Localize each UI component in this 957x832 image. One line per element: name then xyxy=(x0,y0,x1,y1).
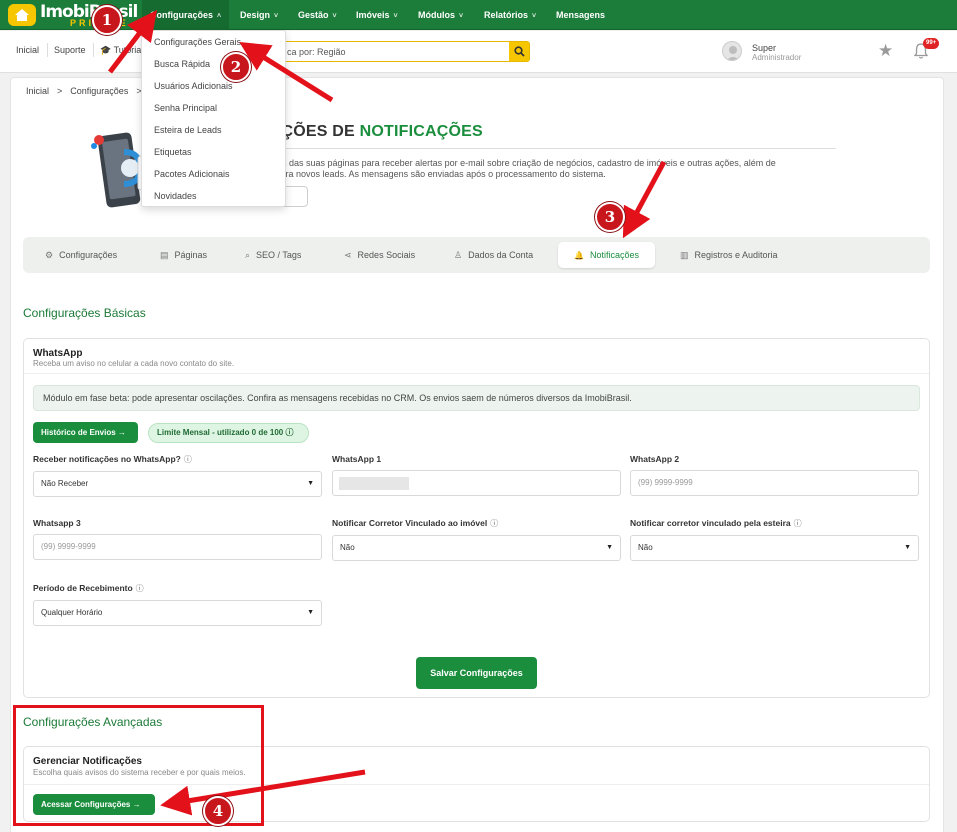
annotation-arrow-3 xyxy=(622,160,667,239)
annotation-arrows xyxy=(108,10,667,816)
annotation-3: 3 xyxy=(595,202,625,232)
annotation-2: 2 xyxy=(221,52,251,82)
annotation-4: 4 xyxy=(203,796,233,826)
annotation-1: 1 xyxy=(92,5,122,35)
annotation-arrow-4 xyxy=(160,769,366,816)
annotation-arrow-2 xyxy=(239,42,334,103)
